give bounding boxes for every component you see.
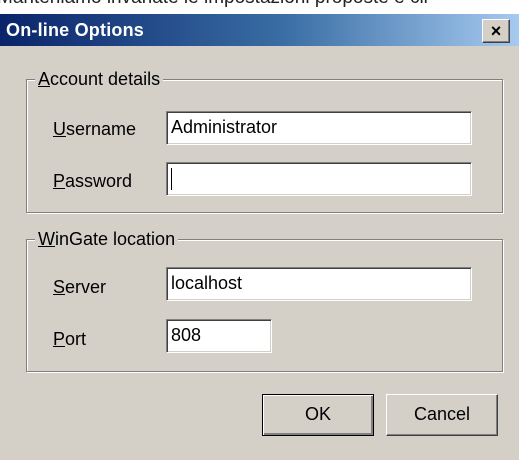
ok-button[interactable]: OK	[262, 394, 374, 436]
server-field[interactable]: localhost	[166, 267, 472, 301]
port-label: Port	[53, 329, 87, 349]
username-label: Username	[53, 119, 137, 139]
account-details-legend: Account details	[35, 68, 164, 90]
cancel-button[interactable]: Cancel	[386, 394, 498, 436]
dialog-title: On-line Options	[6, 20, 144, 40]
password-label: Password	[53, 171, 133, 191]
server-label: Server	[53, 277, 107, 297]
online-options-dialog: On-line Options × Account details Userna…	[0, 14, 519, 460]
title-bar[interactable]: On-line Options ×	[0, 14, 519, 46]
close-icon: ×	[490, 21, 502, 41]
username-field[interactable]: Administrator	[166, 111, 472, 145]
text-caret	[171, 168, 172, 191]
password-field[interactable]	[166, 162, 472, 196]
port-field[interactable]: 808	[166, 319, 272, 353]
wingate-location-legend: WinGate location	[35, 228, 179, 250]
background-text: Manteniamo invariate le impostazioni pro…	[0, 0, 519, 8]
close-button[interactable]: ×	[482, 19, 510, 43]
